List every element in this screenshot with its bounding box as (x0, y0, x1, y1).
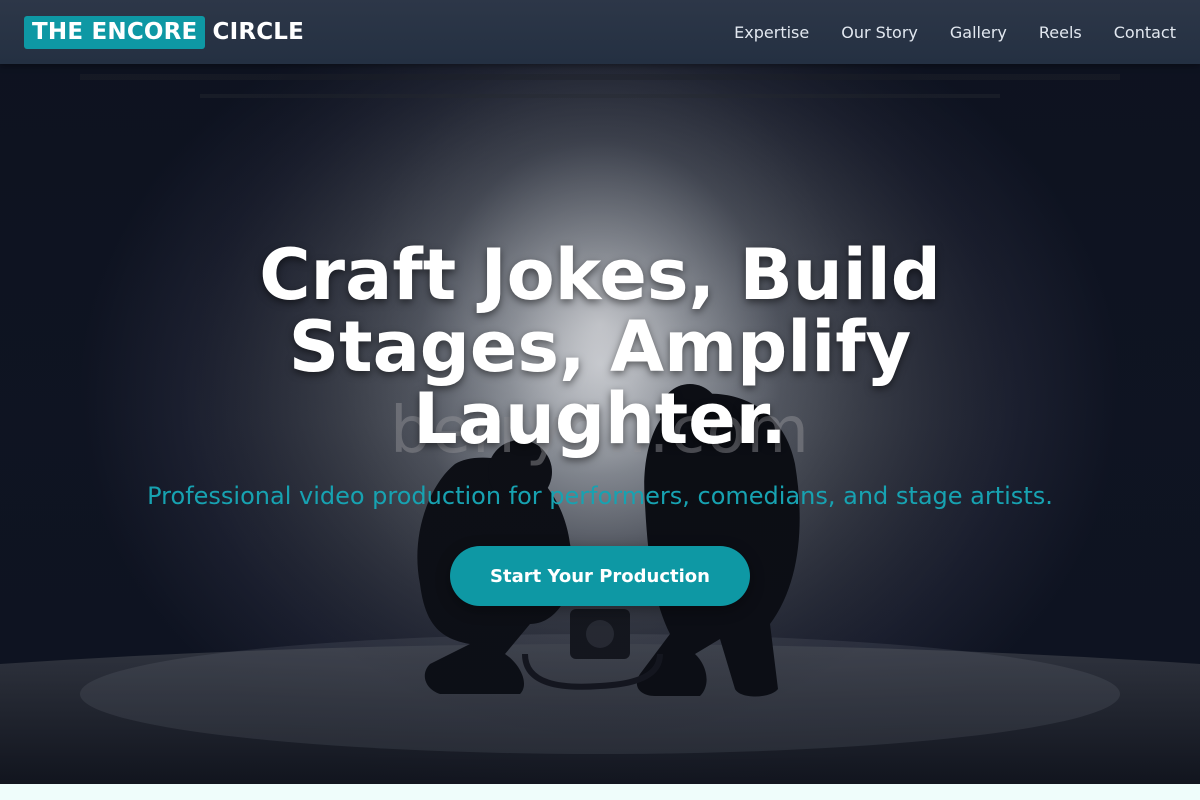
nav-link-our-story[interactable]: Our Story (841, 23, 918, 42)
logo-highlight-text: THE ENCORE (24, 15, 206, 49)
nav-link-reels[interactable]: Reels (1039, 23, 1082, 42)
main-nav: Expertise Our Story Gallery Reels Contac… (702, 23, 1176, 42)
hero-subtitle: Professional video production for perfor… (147, 482, 1053, 510)
top-navbar: THE ENCORE CIRCLE Expertise Our Story Ga… (0, 0, 1200, 64)
nav-link-gallery[interactable]: Gallery (950, 23, 1007, 42)
hero-headline: Craft Jokes, Build Stages, Amplify Laugh… (259, 234, 941, 460)
nav-link-contact[interactable]: Contact (1114, 23, 1176, 42)
nav-link-expertise[interactable]: Expertise (734, 23, 809, 42)
hero-section: berryd...com Craft Jokes, Build Stages, … (0, 64, 1200, 784)
hero-content: Craft Jokes, Build Stages, Amplify Laugh… (0, 64, 1200, 784)
logo-text: CIRCLE (212, 19, 305, 45)
start-production-button[interactable]: Start Your Production (450, 546, 750, 606)
next-section-edge (0, 784, 1200, 800)
brand-logo[interactable]: THE ENCORE CIRCLE (24, 15, 305, 49)
